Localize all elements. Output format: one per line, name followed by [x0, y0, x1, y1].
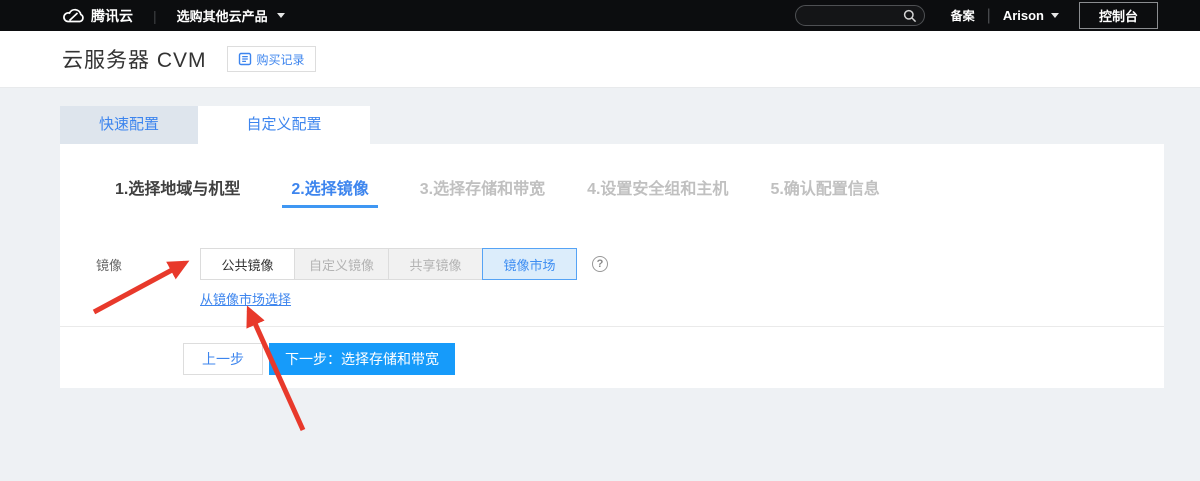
chevron-down-icon: [276, 13, 285, 18]
question-circle-icon[interactable]: ?: [592, 256, 608, 272]
topbar: 腾讯云 | 选购其他云产品 备案 | Arison 控制台: [0, 0, 1200, 31]
image-type-group: 公共镜像 自定义镜像 共享镜像 镜像市场: [200, 248, 577, 280]
beian-link[interactable]: 备案: [951, 7, 975, 24]
topbar-divider: |: [153, 7, 157, 24]
image-type-custom[interactable]: 自定义镜像: [294, 248, 389, 280]
step-1-region[interactable]: 1.选择地域与机型: [115, 175, 240, 199]
user-name: Arison: [1002, 8, 1044, 23]
search-icon[interactable]: [903, 9, 917, 23]
other-products-menu[interactable]: 选购其他云产品: [177, 6, 285, 25]
other-products-label: 选购其他云产品: [176, 9, 268, 24]
config-tabs: 快速配置 自定义配置: [60, 106, 370, 144]
console-button[interactable]: 控制台: [1078, 2, 1158, 29]
topbar-search[interactable]: [794, 5, 925, 26]
purchase-record-icon: [238, 52, 252, 66]
page-header: 云服务器 CVM 购买记录: [0, 31, 1200, 88]
purchase-records-button[interactable]: 购买记录: [226, 46, 316, 72]
prev-step-button[interactable]: 上一步: [183, 343, 263, 375]
card-divider: [60, 326, 1164, 327]
step-2-image[interactable]: 2.选择镜像: [282, 175, 378, 208]
purchase-records-label: 购买记录: [256, 52, 305, 67]
config-card: 1.选择地域与机型 2.选择镜像 3.选择存储和带宽 4.设置安全组和主机 5.…: [60, 144, 1164, 388]
brand-name: 腾讯云: [91, 7, 133, 24]
chevron-down-icon: [1050, 13, 1059, 18]
topbar-divider-2: |: [986, 6, 991, 24]
step-3-storage[interactable]: 3.选择存储和带宽: [420, 175, 545, 199]
image-market-link[interactable]: 从镜像市场选择: [200, 289, 291, 308]
brand-logo[interactable]: 腾讯云: [62, 6, 133, 26]
step-5-confirm[interactable]: 5.确认配置信息: [770, 175, 879, 199]
image-type-market[interactable]: 镜像市场: [482, 248, 577, 280]
tab-quick-config[interactable]: 快速配置: [60, 106, 198, 144]
footer-buttons: 上一步 下一步：选择存储和带宽: [183, 343, 455, 375]
page-title: 云服务器 CVM: [62, 49, 207, 72]
tab-custom-config[interactable]: 自定义配置: [198, 106, 370, 144]
step-nav: 1.选择地域与机型 2.选择镜像 3.选择存储和带宽 4.设置安全组和主机 5.…: [60, 144, 1164, 208]
search-input[interactable]: [795, 8, 903, 23]
next-step-button[interactable]: 下一步：选择存储和带宽: [269, 343, 455, 375]
step-4-security[interactable]: 4.设置安全组和主机: [587, 175, 728, 199]
user-menu[interactable]: Arison: [1003, 8, 1059, 23]
tencent-cloud-logo-icon: [62, 7, 85, 24]
image-type-shared[interactable]: 共享镜像: [388, 248, 483, 280]
image-type-public[interactable]: 公共镜像: [200, 248, 295, 280]
image-label: 镜像: [96, 257, 123, 273]
image-row: 镜像 公共镜像 自定义镜像 共享镜像 镜像市场 ?: [60, 248, 1164, 280]
